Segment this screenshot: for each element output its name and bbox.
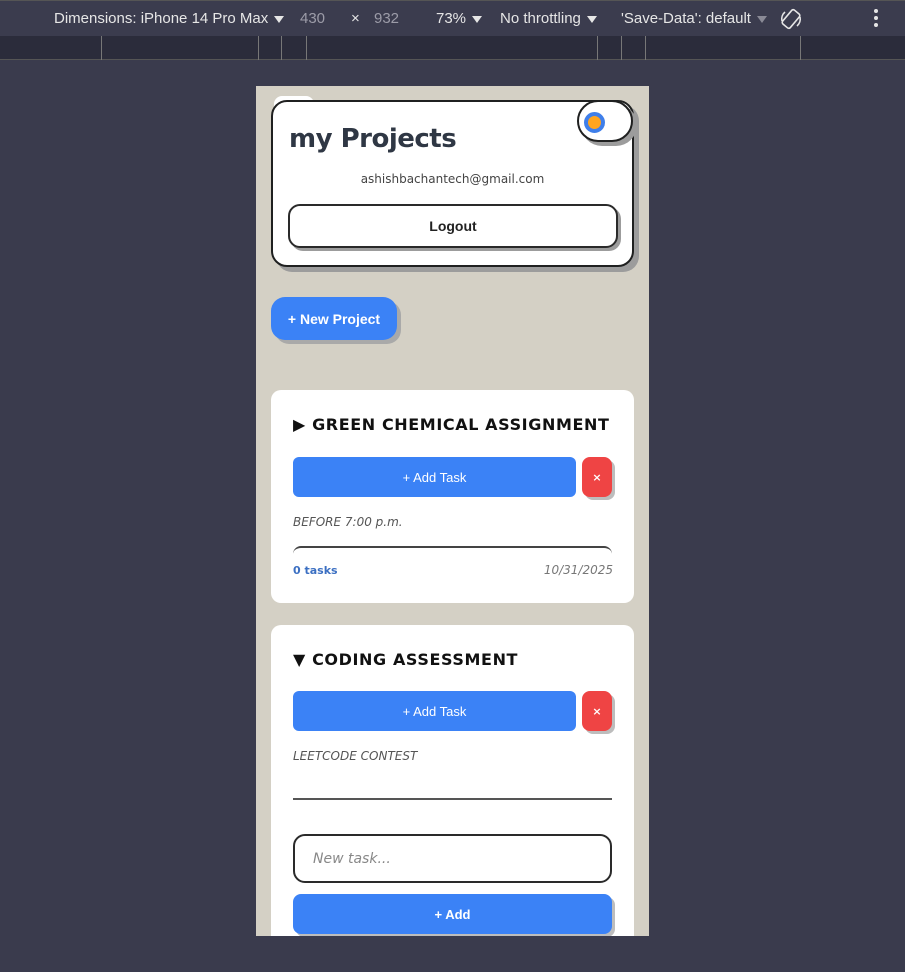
height-input[interactable]: 932 xyxy=(374,10,399,27)
times-icon: × xyxy=(351,10,360,27)
delete-project-button[interactable]: × xyxy=(582,691,612,731)
toggle-knob xyxy=(584,112,605,133)
project-description: LEETCODE CONTEST xyxy=(293,749,418,763)
project-date: 10/31/2025 xyxy=(543,563,613,577)
throttling-label: No throttling xyxy=(500,10,581,27)
project-title[interactable]: ▶ GREEN CHEMICAL ASSIGNMENT xyxy=(293,415,610,434)
devtools-toolbar: Dimensions: iPhone 14 Pro Max 430 × 932 … xyxy=(0,0,905,36)
rotate-icon[interactable] xyxy=(779,7,803,31)
project-card: ▶ GREEN CHEMICAL ASSIGNMENT + Add Task ×… xyxy=(271,390,634,603)
project-title[interactable]: ▼ CODING ASSESSMENT xyxy=(293,650,518,669)
task-count: 0 tasks xyxy=(293,564,338,577)
project-description: BEFORE 7:00 p.m. xyxy=(293,515,403,529)
chevron-down-icon xyxy=(586,15,597,23)
new-task-input[interactable] xyxy=(293,834,612,883)
project-card: ▼ CODING ASSESSMENT + Add Task × LEETCOD… xyxy=(271,625,634,936)
delete-project-button[interactable]: × xyxy=(582,457,612,497)
more-options-icon[interactable] xyxy=(872,9,880,29)
add-task-submit-button[interactable]: + Add xyxy=(293,894,612,934)
theme-toggle[interactable] xyxy=(577,100,633,142)
user-email: ashishbachantech@gmail.com xyxy=(360,172,545,186)
chevron-down-icon xyxy=(472,15,483,23)
header-card: my Projects ashishbachantech@gmail.com L… xyxy=(271,100,634,267)
media-query-ruler xyxy=(0,36,905,60)
divider xyxy=(293,546,612,556)
throttling-select[interactable]: No throttling xyxy=(500,10,597,27)
save-data-select[interactable]: 'Save-Data': default xyxy=(621,10,767,27)
chevron-down-icon xyxy=(274,15,285,23)
save-data-label: 'Save-Data': default xyxy=(621,10,751,27)
add-task-button[interactable]: + Add Task xyxy=(293,691,576,731)
zoom-select[interactable]: 73% xyxy=(436,10,483,27)
divider xyxy=(293,798,612,800)
device-viewport: my Projects ashishbachantech@gmail.com L… xyxy=(256,86,649,936)
zoom-label: 73% xyxy=(436,10,467,27)
add-task-button[interactable]: + Add Task xyxy=(293,457,576,497)
device-label: Dimensions: iPhone 14 Pro Max xyxy=(54,10,269,27)
width-input[interactable]: 430 xyxy=(300,10,325,27)
new-project-button[interactable]: + New Project xyxy=(271,297,397,340)
page-title: my Projects xyxy=(289,124,457,154)
device-select[interactable]: Dimensions: iPhone 14 Pro Max xyxy=(54,10,285,27)
logout-button[interactable]: Logout xyxy=(288,204,618,248)
chevron-down-icon xyxy=(756,15,767,23)
